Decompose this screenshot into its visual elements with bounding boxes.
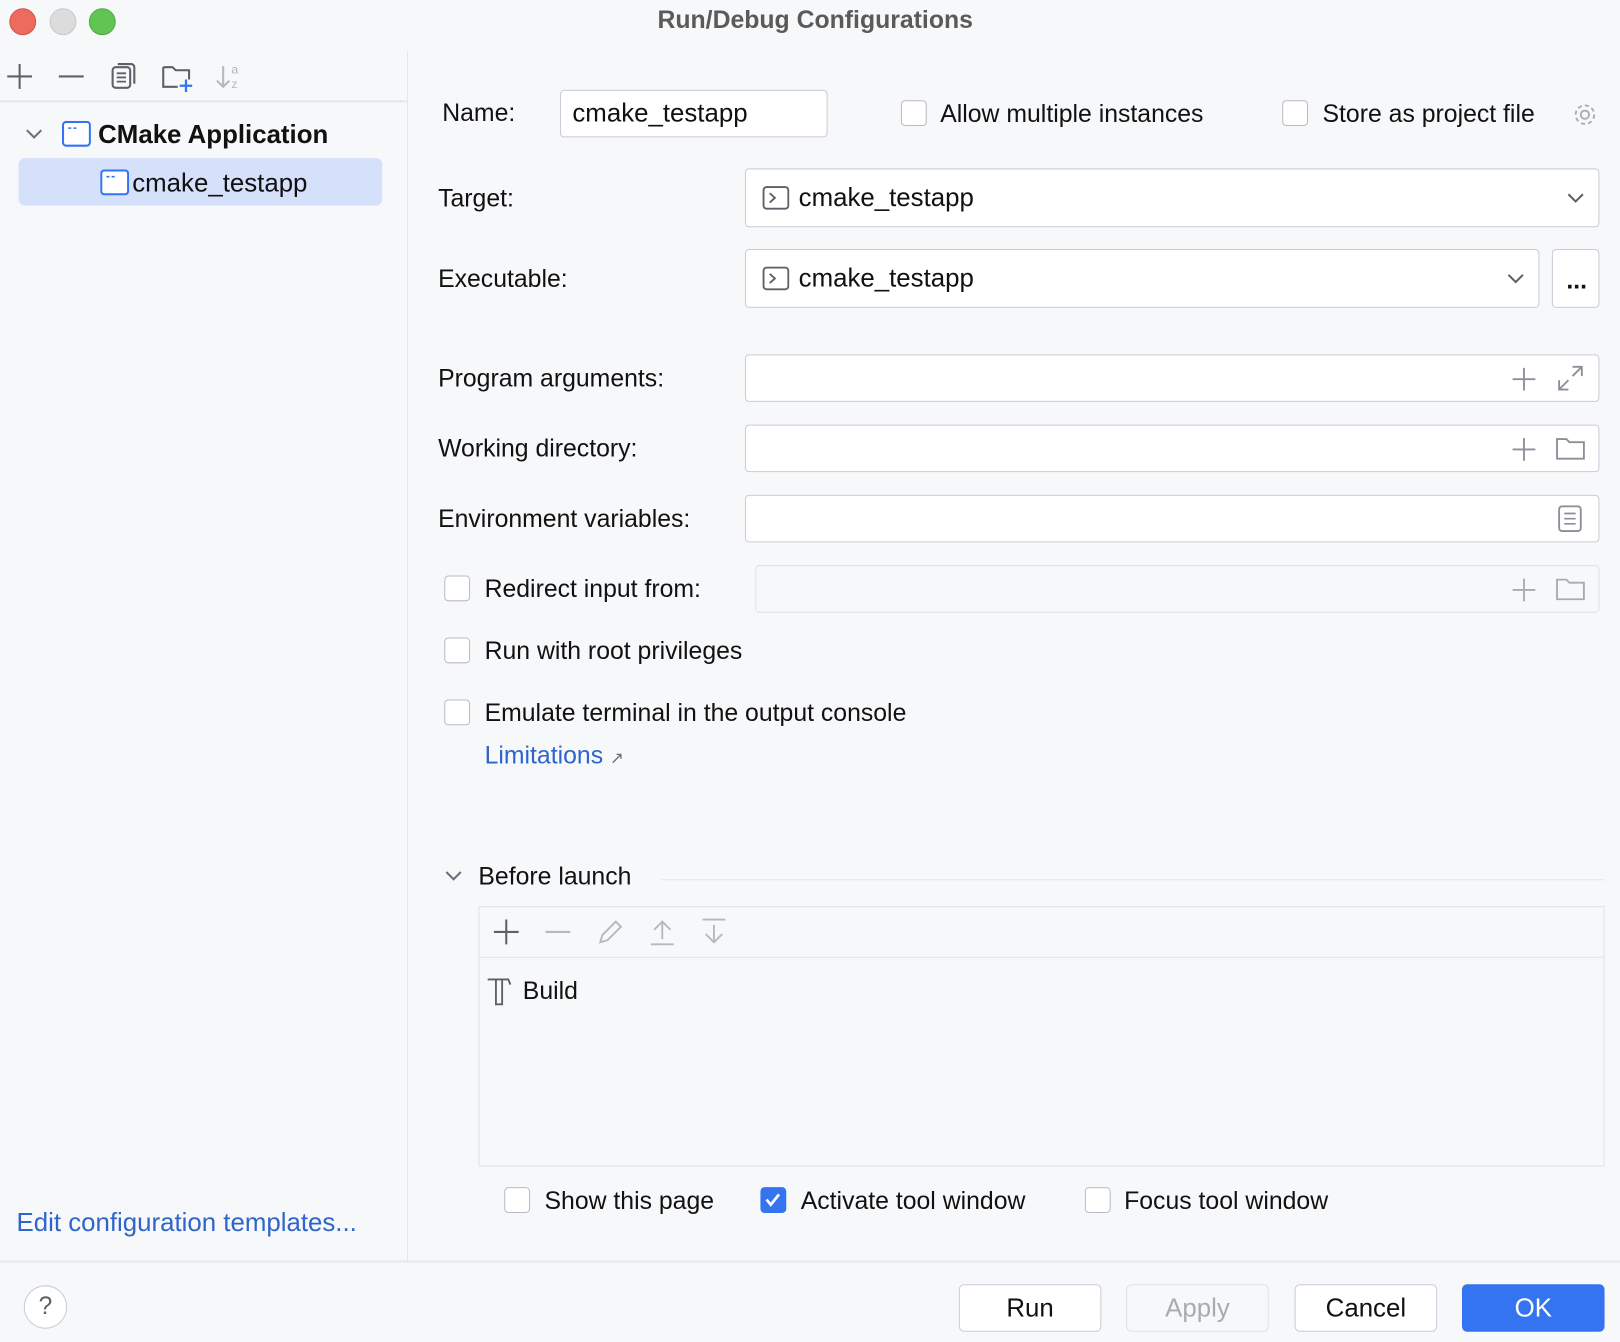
name-input-value: cmake_testapp — [572, 101, 747, 127]
external-link-icon: ↗ — [610, 750, 624, 768]
activate-tool-window-label: Activate tool window — [801, 1189, 1026, 1214]
terminal-icon — [763, 267, 790, 292]
browse-label: ... — [1566, 269, 1587, 294]
apply-button[interactable]: Apply — [1126, 1284, 1269, 1332]
tree-group-cmake-application[interactable]: CMake Application — [98, 122, 328, 148]
add-icon[interactable] — [1511, 436, 1538, 463]
chevron-down-icon — [1506, 273, 1525, 285]
executable-value: cmake_testapp — [799, 266, 974, 292]
minimize-window-button[interactable] — [50, 8, 77, 35]
add-icon[interactable] — [1511, 366, 1538, 393]
close-window-button[interactable] — [9, 8, 36, 35]
cmake-application-icon — [62, 121, 91, 148]
panel-toolbar-divider — [479, 957, 1603, 958]
run-with-root-label: Run with root privileges — [485, 640, 743, 665]
store-as-project-file-label: Store as project file — [1322, 102, 1534, 127]
redirect-input-checkbox[interactable] — [444, 575, 470, 601]
working-directory-label: Working directory: — [438, 437, 637, 462]
folder-icon[interactable] — [1555, 577, 1586, 602]
ok-button[interactable]: OK — [1462, 1284, 1605, 1332]
redirect-input-field[interactable] — [755, 565, 1599, 613]
footer-divider — [0, 1261, 1620, 1263]
target-value: cmake_testapp — [799, 185, 974, 211]
add-icon[interactable] — [1511, 577, 1538, 604]
chevron-down-icon[interactable] — [25, 127, 44, 141]
run-button[interactable]: Run — [959, 1284, 1102, 1332]
expand-icon[interactable] — [1556, 364, 1585, 393]
allow-multiple-instances-checkbox[interactable] — [901, 100, 927, 126]
before-launch-panel: Build — [478, 906, 1604, 1166]
focus-tool-window-label: Focus tool window — [1124, 1189, 1328, 1214]
browse-executable-button[interactable]: ... — [1552, 249, 1600, 308]
before-launch-task[interactable]: Build — [479, 971, 686, 1012]
checkmark-icon — [761, 1188, 784, 1211]
terminal-icon — [763, 186, 790, 211]
gear-icon[interactable] — [1570, 100, 1599, 129]
allow-multiple-instances-label: Allow multiple instances — [940, 102, 1203, 127]
executable-label: Executable: — [438, 268, 568, 293]
program-arguments-label: Program arguments: — [438, 367, 664, 392]
focus-tool-window-checkbox[interactable] — [1085, 1187, 1111, 1213]
sidebar-toolbar-divider — [0, 100, 407, 102]
before-launch-title: Before launch — [478, 865, 631, 890]
add-icon[interactable] — [493, 919, 520, 946]
hammer-icon — [485, 976, 514, 1007]
task-label: Build — [523, 979, 578, 1004]
chevron-down-icon — [1566, 192, 1585, 204]
chevron-down-icon[interactable] — [444, 870, 463, 882]
run-debug-configurations-dialog: Run/Debug Configurations az CMake Applic… — [0, 0, 1620, 1342]
folder-icon[interactable] — [1555, 436, 1586, 461]
move-down-icon[interactable] — [701, 917, 728, 946]
svg-text:a: a — [231, 62, 238, 76]
name-input[interactable]: cmake_testapp — [560, 90, 828, 138]
move-up-icon[interactable] — [649, 917, 676, 946]
copy-icon[interactable] — [111, 62, 138, 91]
edit-icon[interactable] — [596, 917, 625, 946]
new-folder-icon[interactable] — [161, 62, 194, 93]
add-icon[interactable] — [6, 63, 33, 90]
environment-variables-input[interactable] — [745, 495, 1599, 543]
program-arguments-input[interactable] — [745, 354, 1599, 402]
show-this-page-checkbox[interactable] — [504, 1187, 530, 1213]
executable-combobox[interactable]: cmake_testapp — [745, 249, 1540, 308]
tree-item-label: cmake_testapp — [132, 171, 307, 197]
show-this-page-label: Show this page — [544, 1189, 714, 1214]
redirect-input-label: Redirect input from: — [485, 578, 701, 603]
limitations-link[interactable]: Limitations ↗ — [485, 744, 624, 769]
emulate-terminal-label: Emulate terminal in the output console — [485, 702, 907, 727]
svg-text:z: z — [231, 77, 237, 91]
store-as-project-file-checkbox[interactable] — [1282, 100, 1308, 126]
cancel-button[interactable]: Cancel — [1295, 1284, 1438, 1332]
working-directory-input[interactable] — [745, 425, 1599, 473]
window-title: Run/Debug Configurations — [657, 8, 972, 33]
document-icon[interactable] — [1558, 505, 1583, 532]
name-label: Name: — [442, 101, 515, 126]
sidebar-divider — [407, 52, 408, 1261]
environment-variables-label: Environment variables: — [438, 507, 690, 532]
remove-icon[interactable] — [544, 919, 571, 946]
section-divider — [661, 879, 1604, 880]
remove-icon[interactable] — [58, 63, 85, 90]
limitations-link-text: Limitations — [485, 742, 604, 770]
target-label: Target: — [438, 187, 514, 212]
run-with-root-checkbox[interactable] — [444, 637, 470, 663]
maximize-window-button[interactable] — [89, 8, 116, 35]
emulate-terminal-checkbox[interactable] — [444, 699, 470, 725]
target-combobox[interactable]: cmake_testapp — [745, 168, 1599, 227]
edit-configuration-templates-link[interactable]: Edit configuration templates... — [17, 1210, 357, 1236]
sort-icon[interactable]: az — [215, 62, 244, 91]
cmake-target-icon — [100, 169, 129, 196]
activate-tool-window-checkbox[interactable] — [760, 1187, 786, 1213]
help-button[interactable]: ? — [24, 1285, 67, 1328]
